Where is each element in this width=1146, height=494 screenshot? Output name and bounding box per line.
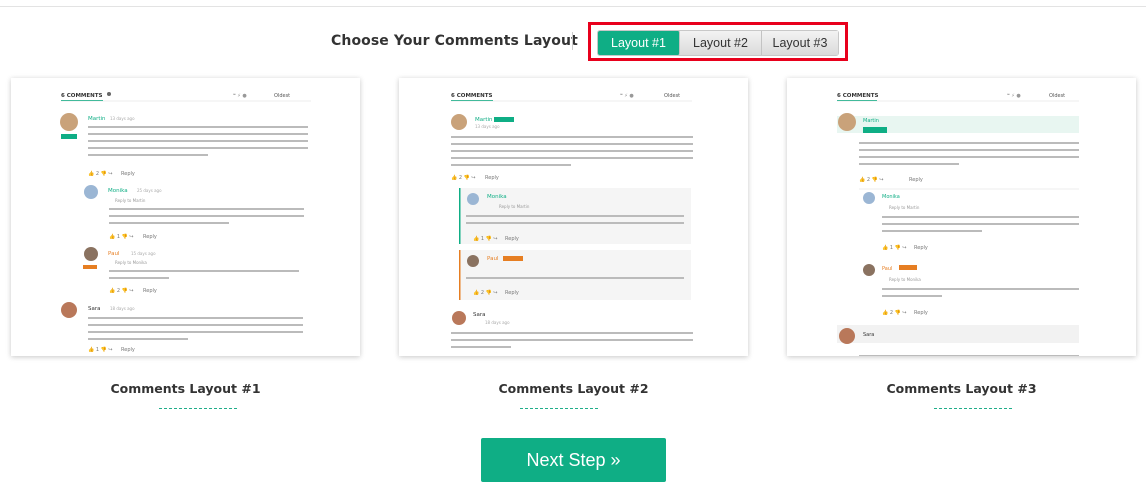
svg-text:15 days ago: 15 days ago: [131, 251, 156, 256]
caption-underline: [520, 408, 598, 409]
svg-text:6 COMMENTS: 6 COMMENTS: [837, 93, 879, 99]
svg-text:Reply to Monika: Reply to Monika: [889, 277, 921, 282]
svg-text:👍 1 👎 ↪: 👍 1 👎 ↪: [473, 235, 498, 242]
svg-text:Reply: Reply: [909, 177, 923, 183]
svg-text:Paul: Paul: [108, 251, 120, 257]
svg-text:👍 2 👎 ↪: 👍 2 👎 ↪: [882, 309, 907, 316]
layout-1-preview[interactable]: 6 COMMENTS ❝ ⚡ ● Oldest Martin 13 days a…: [11, 78, 360, 356]
svg-text:Sara: Sara: [88, 306, 101, 312]
layout-2-caption: Comments Layout #2: [498, 381, 649, 396]
svg-text:18 days ago: 18 days ago: [485, 320, 510, 325]
svg-text:👍 2 👎 ↪: 👍 2 👎 ↪: [88, 170, 113, 177]
svg-text:25 days ago: 25 days ago: [137, 188, 162, 193]
svg-text:Martin: Martin: [475, 117, 493, 123]
top-divider: [0, 6, 1146, 7]
choose-layout-label: Choose Your Comments Layout: [331, 33, 578, 49]
svg-text:Reply: Reply: [914, 245, 928, 251]
svg-text:❝ ⚡ ●: ❝ ⚡ ●: [620, 93, 634, 99]
caption-underline: [934, 408, 1012, 409]
svg-text:Reply: Reply: [121, 171, 135, 177]
svg-text:Reply: Reply: [143, 288, 157, 294]
svg-text:Paul: Paul: [487, 256, 499, 262]
layout-2-preview-art: 6 COMMENTS ❝ ⚡ ● Oldest Martin 13 days a…: [451, 93, 693, 348]
svg-text:👍 2 👎 ↪: 👍 2 👎 ↪: [473, 289, 498, 296]
svg-text:Reply to Martin: Reply to Martin: [115, 198, 146, 203]
layout-3-preview[interactable]: 6 COMMENTS ❝ ⚡ ● Oldest Martin 👍 2 👎 ↪ R…: [787, 78, 1136, 356]
layout-3-caption: Comments Layout #3: [886, 381, 1037, 396]
svg-text:13 days ago: 13 days ago: [110, 116, 135, 121]
layout-1-preview-art: 6 COMMENTS ❝ ⚡ ● Oldest Martin 13 days a…: [60, 92, 311, 353]
svg-text:👍 2 👎 ↪: 👍 2 👎 ↪: [109, 287, 134, 294]
svg-text:Sara: Sara: [473, 312, 486, 318]
caption-underline: [159, 408, 237, 409]
svg-text:Martin: Martin: [863, 118, 879, 124]
separator: [572, 32, 573, 50]
next-step-button[interactable]: Next Step »: [481, 438, 666, 482]
svg-text:Reply to Monika: Reply to Monika: [115, 260, 147, 265]
svg-text:Reply: Reply: [485, 175, 499, 181]
layout-button-group: Layout #1 Layout #2 Layout #3: [597, 30, 839, 56]
svg-text:Reply: Reply: [914, 310, 928, 316]
layout-buttons-highlight: Layout #1 Layout #2 Layout #3: [588, 22, 848, 61]
svg-text:❝ ⚡ ●: ❝ ⚡ ●: [1007, 93, 1021, 99]
avatar: [60, 113, 78, 131]
svg-text:Sara: Sara: [863, 332, 874, 338]
svg-text:Monika: Monika: [882, 194, 900, 200]
svg-text:Monika: Monika: [487, 194, 507, 200]
svg-text:6 COMMENTS: 6 COMMENTS: [451, 93, 493, 99]
layout-2-button[interactable]: Layout #2: [680, 31, 762, 55]
layout-3-preview-art: 6 COMMENTS ❝ ⚡ ● Oldest Martin 👍 2 👎 ↪ R…: [837, 93, 1079, 356]
svg-text:Monika: Monika: [108, 188, 128, 194]
svg-text:Reply: Reply: [143, 234, 157, 240]
layout-2-preview[interactable]: 6 COMMENTS ❝ ⚡ ● Oldest Martin 13 days a…: [399, 78, 748, 356]
svg-text:Reply to Martin: Reply to Martin: [499, 204, 530, 209]
author-name: Martin: [88, 116, 106, 122]
svg-text:13 days ago: 13 days ago: [475, 124, 500, 129]
svg-text:Reply: Reply: [121, 347, 135, 353]
svg-text:18 days ago: 18 days ago: [110, 306, 135, 311]
svg-text:Reply: Reply: [505, 236, 519, 242]
layout-chooser: Choose Your Comments Layout Layout #1 La…: [0, 22, 1146, 62]
svg-text:Reply to Martin: Reply to Martin: [889, 205, 920, 210]
svg-text:👍 1 👎 ↪: 👍 1 👎 ↪: [109, 233, 134, 240]
svg-text:Paul: Paul: [882, 266, 892, 272]
comment-count: 6 COMMENTS: [61, 93, 103, 99]
svg-text:Oldest: Oldest: [1049, 93, 1065, 99]
layout-3-button[interactable]: Layout #3: [762, 31, 838, 55]
svg-text:Oldest: Oldest: [664, 93, 680, 99]
sort-label: Oldest: [274, 93, 290, 99]
svg-text:👍 1 👎 ↪: 👍 1 👎 ↪: [88, 346, 113, 353]
svg-text:👍 2 👎 ↪: 👍 2 👎 ↪: [451, 174, 476, 181]
svg-text:❝ ⚡ ●: ❝ ⚡ ●: [233, 93, 247, 99]
layout-1-button[interactable]: Layout #1: [598, 31, 680, 55]
svg-text:👍 1 👎 ↪: 👍 1 👎 ↪: [882, 244, 907, 251]
layout-1-caption: Comments Layout #1: [110, 381, 261, 396]
svg-text:👍 2 👎 ↪: 👍 2 👎 ↪: [859, 176, 884, 183]
svg-text:Reply: Reply: [505, 290, 519, 296]
